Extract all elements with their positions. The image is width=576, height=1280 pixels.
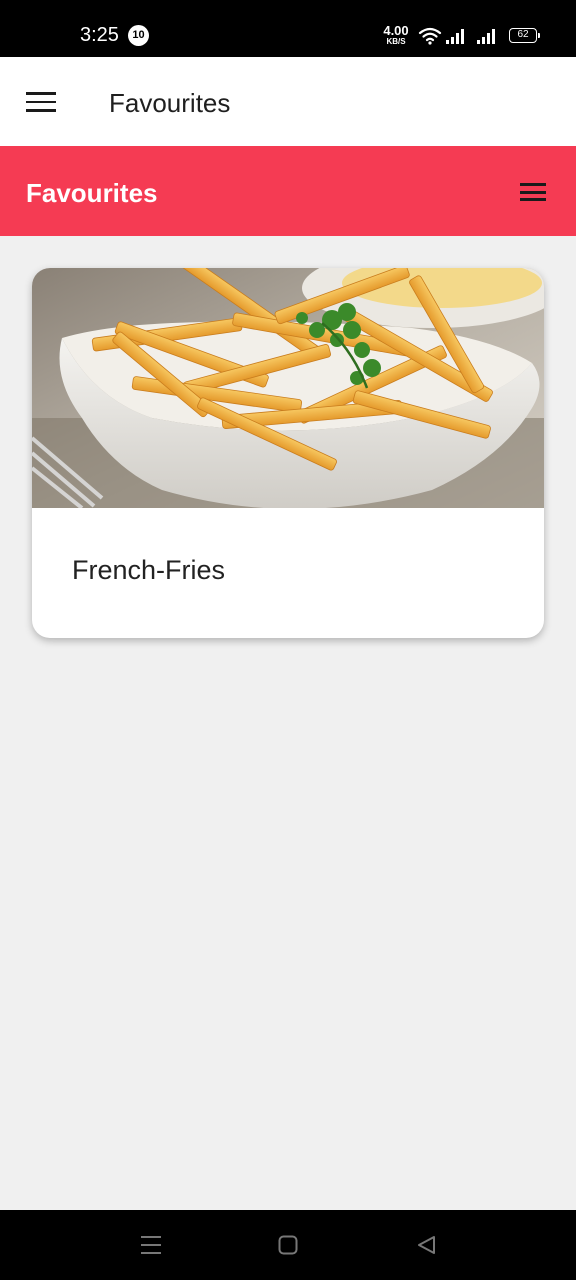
navigation-bar [0, 1210, 576, 1280]
home-icon[interactable] [278, 1235, 298, 1255]
favourites-header: Favourites [0, 146, 576, 236]
network-speed: 4.00 KB/S [380, 24, 412, 46]
signal-icon [446, 29, 464, 44]
favourite-card[interactable]: French-Fries [32, 268, 544, 638]
battery-icon: 62 [509, 28, 537, 43]
battery-tip [538, 33, 540, 38]
app-bar: Favourites [0, 57, 576, 146]
wifi-icon [418, 27, 442, 45]
status-bar: 3:25 10 4.00 KB/S 62 [0, 0, 576, 57]
header-title: Favourites [26, 178, 158, 208]
notification-count-badge: 10 [128, 25, 149, 46]
back-icon[interactable] [416, 1235, 436, 1255]
favourite-title: French-Fries [72, 555, 226, 585]
network-speed-unit: KB/S [386, 37, 406, 46]
status-time: 3:25 [80, 24, 119, 46]
signal-icon [477, 29, 495, 44]
app-bar-title: Favourites [109, 88, 231, 118]
hamburger-icon[interactable] [26, 92, 56, 112]
hamburger-icon[interactable] [520, 183, 546, 201]
french-fries-photo [32, 268, 544, 508]
network-speed-value: 4.00 [383, 23, 409, 38]
recent-apps-icon[interactable] [140, 1234, 162, 1256]
